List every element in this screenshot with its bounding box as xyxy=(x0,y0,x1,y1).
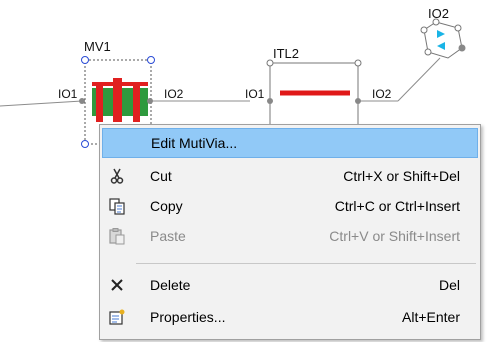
menu-item-delete[interactable]: Delete Del xyxy=(102,270,478,300)
menu-item-shortcut: Ctrl+V or Shift+Insert xyxy=(329,228,460,244)
corner-handle[interactable] xyxy=(266,59,274,67)
port-label: IO1 xyxy=(245,87,265,101)
menu-item-paste: Paste Ctrl+V or Shift+Insert xyxy=(102,221,478,251)
menu-item-label: Cut xyxy=(150,168,172,184)
context-menu: Edit MutiVia... Cut Ctrl+X or Shift+Del … xyxy=(99,124,481,340)
menu-item-shortcut: Ctrl+X or Shift+Del xyxy=(343,168,460,184)
resize-handle[interactable] xyxy=(147,56,155,64)
port-dot[interactable] xyxy=(458,44,466,52)
port-label: IO2 xyxy=(164,87,184,101)
node-itl2[interactable]: ITL2 IO1 IO2 xyxy=(245,46,392,126)
menu-item-label: Edit MutiVia... xyxy=(151,135,238,151)
corner-handle[interactable] xyxy=(432,18,440,26)
corner-handle[interactable] xyxy=(354,59,362,67)
port-dot[interactable] xyxy=(355,98,361,104)
connection-line[interactable] xyxy=(0,100,83,107)
menu-item-label: Paste xyxy=(150,228,186,244)
resize-handle[interactable] xyxy=(81,140,89,148)
menu-item-properties[interactable]: Properties... Alt+Enter xyxy=(102,302,478,332)
port-dot[interactable] xyxy=(79,98,85,104)
menu-item-edit-mutivia[interactable]: Edit MutiVia... xyxy=(102,128,478,158)
node-itl2-label: ITL2 xyxy=(273,46,299,61)
port-dot[interactable] xyxy=(147,98,153,104)
port-dot[interactable] xyxy=(267,98,273,104)
node-mv1-label: MV1 xyxy=(84,39,111,54)
menu-item-label: Copy xyxy=(150,198,183,214)
io-arrow-icon xyxy=(437,30,445,38)
io-arrow-icon xyxy=(437,42,445,50)
via-bar xyxy=(133,82,140,122)
menu-separator xyxy=(136,263,476,264)
port-label: IO1 xyxy=(58,87,78,101)
corner-handle[interactable] xyxy=(454,24,462,32)
menu-item-shortcut: Del xyxy=(438,277,460,293)
menu-item-shortcut: Alt+Enter xyxy=(402,309,460,325)
menu-item-copy[interactable]: Copy Ctrl+C or Ctrl+Insert xyxy=(102,191,478,221)
menu-item-cut[interactable]: Cut Ctrl+X or Shift+Del xyxy=(102,161,478,191)
connection-line[interactable] xyxy=(397,57,441,102)
paste-icon xyxy=(106,225,128,247)
resize-handle[interactable] xyxy=(81,56,89,64)
via-bar xyxy=(96,82,103,122)
corner-handle[interactable] xyxy=(424,48,432,56)
menu-item-shortcut: Ctrl+C or Ctrl+Insert xyxy=(334,198,460,214)
menu-item-label: Properties... xyxy=(150,309,226,325)
copy-icon xyxy=(106,195,128,217)
port-label: IO2 xyxy=(372,87,392,101)
corner-handle[interactable] xyxy=(420,26,428,34)
properties-icon xyxy=(106,306,128,328)
node-io2[interactable]: IO2 xyxy=(420,6,466,59)
scissors-icon xyxy=(106,165,128,187)
via-top-bar xyxy=(92,82,148,86)
node-io2-label: IO2 xyxy=(428,6,449,21)
delete-x-icon xyxy=(106,274,128,296)
menu-item-label: Delete xyxy=(150,277,191,293)
